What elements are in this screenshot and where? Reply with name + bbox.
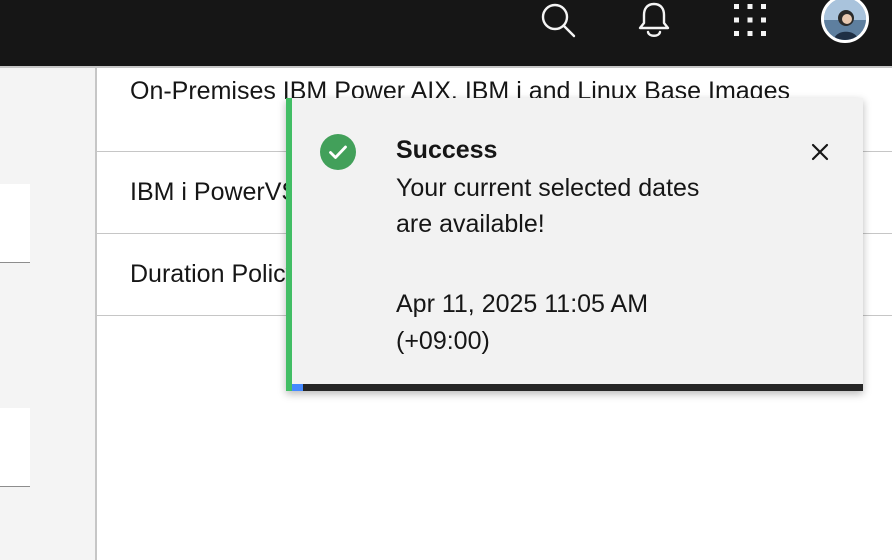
checkmark-filled-icon — [320, 134, 356, 170]
toast-title: Success — [396, 136, 498, 164]
toast-caption: Apr 11, 2025 11:05 AM (+09:00) — [396, 290, 649, 355]
list-item-label: Duration Policy — [130, 260, 299, 288]
close-button[interactable] — [800, 132, 840, 172]
search-icon — [541, 3, 576, 38]
search-button[interactable] — [530, 0, 586, 40]
toast-progress-fill — [292, 384, 304, 391]
toast-progress-bar — [292, 384, 863, 391]
list-item-label: IBM i PowerVS — [130, 178, 299, 206]
app-switcher-button[interactable] — [722, 0, 778, 40]
success-toast-notification: Success Your current selected dates are … — [286, 98, 863, 391]
user-avatar-image — [824, 0, 866, 40]
left-panel-field[interactable] — [0, 184, 30, 263]
toast-subtitle: Your current selected dates are availabl… — [396, 174, 700, 238]
close-icon — [811, 143, 829, 161]
app-switcher-icon — [734, 4, 766, 36]
left-panel-field[interactable] — [0, 408, 30, 487]
header-divider — [0, 66, 892, 68]
user-avatar[interactable] — [821, 0, 869, 43]
global-header — [0, 0, 892, 66]
notifications-button[interactable] — [626, 0, 682, 40]
notification-icon — [638, 2, 670, 37]
